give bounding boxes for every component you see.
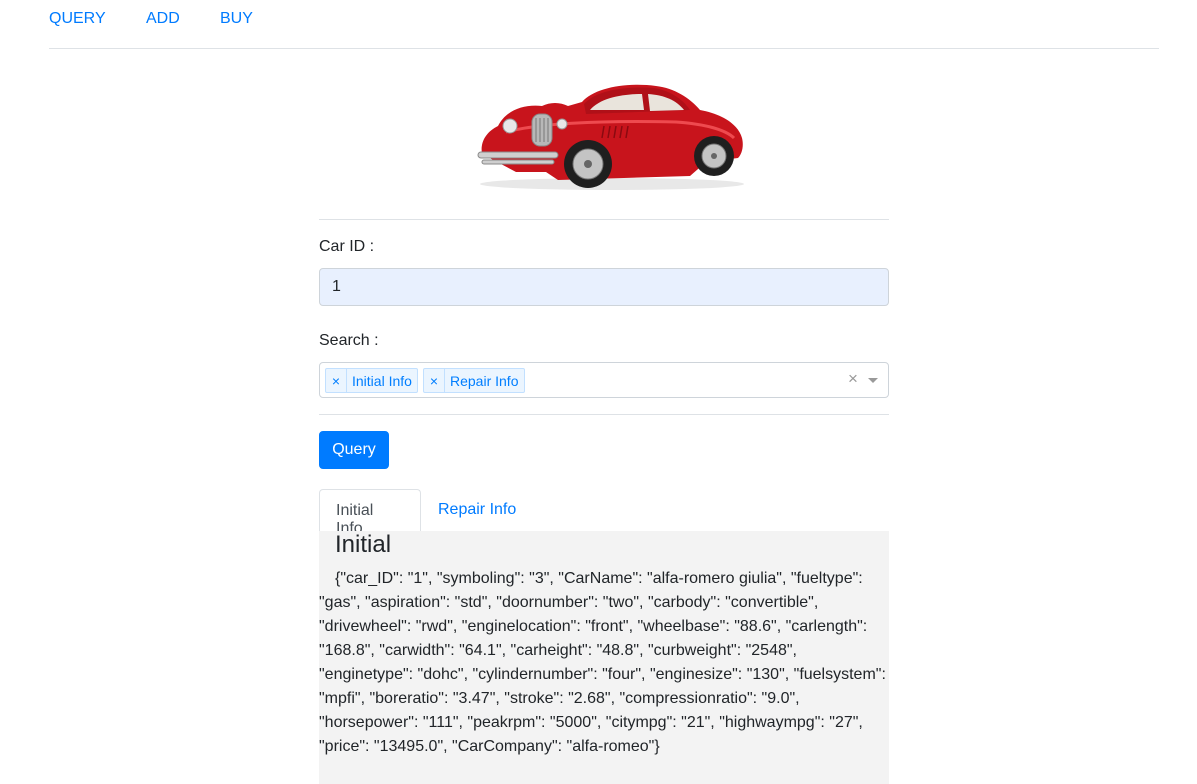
panel-title: Initial xyxy=(335,531,392,558)
divider xyxy=(319,219,889,220)
tab-initial-info[interactable]: Initial Info xyxy=(319,489,421,537)
tab-repair-info[interactable]: Repair Info xyxy=(422,489,532,531)
car-id-label: Car ID : xyxy=(319,238,375,255)
tab-panel-initial: Initial {"car_ID": "1", "symboling": "3"… xyxy=(319,531,889,784)
result-tabs: Initial Info Repair Info xyxy=(319,489,889,537)
nav-link-query[interactable]: QUERY xyxy=(49,10,106,28)
car-id-input[interactable] xyxy=(319,268,889,306)
remove-tag-icon[interactable]: × xyxy=(424,369,445,392)
divider xyxy=(319,414,889,415)
clear-all-icon[interactable]: × xyxy=(848,369,858,389)
panel-json-content: {"car_ID": "1", "symboling": "3", "CarNa… xyxy=(319,570,886,755)
red-car-image xyxy=(477,84,744,190)
tag-label: Initial Info xyxy=(352,372,412,389)
nav-link-buy[interactable]: BUY xyxy=(220,10,253,28)
top-navigation: QUERY ADD BUY xyxy=(49,0,1159,49)
search-multiselect[interactable]: × Initial Info × Repair Info × xyxy=(319,362,889,398)
query-button[interactable]: Query xyxy=(319,431,389,469)
nav-link-add[interactable]: ADD xyxy=(146,10,180,28)
tag-label: Repair Info xyxy=(450,372,519,389)
search-tag-initial-info: × Initial Info xyxy=(325,368,418,393)
remove-tag-icon[interactable]: × xyxy=(326,369,347,392)
search-tag-repair-info: × Repair Info xyxy=(423,368,525,393)
dropdown-arrow-icon[interactable] xyxy=(868,378,878,383)
search-label: Search : xyxy=(319,332,379,349)
